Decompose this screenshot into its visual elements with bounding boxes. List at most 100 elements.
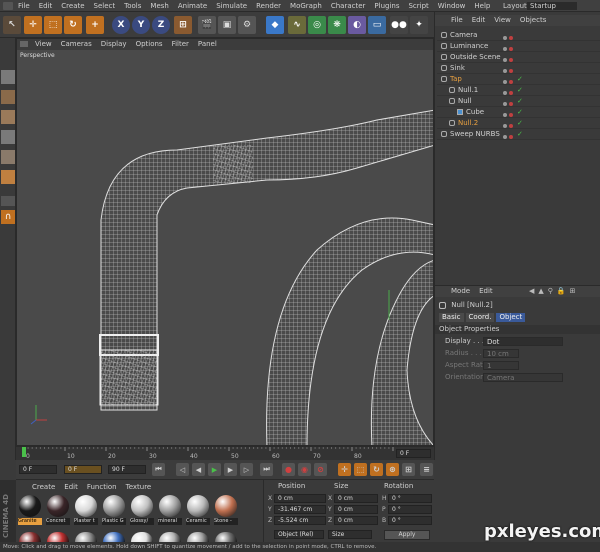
object-row[interactable]: Sink xyxy=(437,63,600,74)
array-icon[interactable]: ❋ xyxy=(328,16,346,34)
camera-icon[interactable]: ●● xyxy=(390,16,408,34)
layout-select[interactable]: Startup xyxy=(527,2,577,10)
rotate-tool-icon[interactable]: ↻ xyxy=(64,16,82,34)
cube-primitive-icon[interactable]: ◆ xyxy=(266,16,284,34)
current-frame-field[interactable]: 0 F xyxy=(19,465,57,474)
viewport-menu-panel[interactable]: Panel xyxy=(198,39,217,50)
object-row[interactable]: Null.1 ✓ xyxy=(437,85,600,96)
material-menu-function[interactable]: Function xyxy=(87,482,117,492)
material-swatch[interactable]: Ceramic xyxy=(186,494,210,525)
material-preview-icon[interactable] xyxy=(159,532,181,542)
nurbs-icon[interactable]: ◎ xyxy=(308,16,326,34)
material-swatch[interactable]: Concret xyxy=(46,494,70,525)
menu-tools[interactable]: Tools xyxy=(124,0,141,12)
magnet-icon[interactable]: ∩ xyxy=(1,210,15,224)
enable-check-icon[interactable]: ✓ xyxy=(517,74,523,85)
property-value-field[interactable]: 10 cm xyxy=(483,349,519,358)
object-row[interactable]: Camera xyxy=(437,30,600,41)
coordinate-system-icon[interactable]: ⊞ xyxy=(174,16,192,34)
end-frame-field[interactable]: 0 F xyxy=(396,449,431,458)
property-value-field[interactable]: Camera xyxy=(483,373,563,382)
material-swatch[interactable]: Granite xyxy=(18,494,42,525)
material-preview-icon[interactable] xyxy=(75,532,97,542)
menu-mesh[interactable]: Mesh xyxy=(150,0,168,12)
model-mode-icon[interactable] xyxy=(1,90,15,104)
visibility-dots-icon[interactable] xyxy=(503,132,513,139)
material-menu-create[interactable]: Create xyxy=(32,482,55,492)
prev-key-icon[interactable]: ◁ xyxy=(176,463,189,476)
object-mode-icon[interactable] xyxy=(1,110,15,124)
visibility-dots-icon[interactable] xyxy=(503,110,513,117)
material-swatch[interactable]: Plaster t xyxy=(74,494,98,525)
coord-position-field[interactable]: -5.524 cm xyxy=(274,516,326,525)
menu-window[interactable]: Window xyxy=(438,0,466,12)
coord-size-field[interactable]: 0 cm xyxy=(334,505,378,514)
viewport-nav-icon[interactable] xyxy=(20,41,28,47)
om-menu-file[interactable]: File xyxy=(451,15,463,26)
next-key-icon[interactable]: ▷ xyxy=(240,463,253,476)
coord-mode-select[interactable]: Object (Rel) xyxy=(274,530,324,539)
coord-rotation-field[interactable]: 0 ° xyxy=(388,516,432,525)
property-value-field[interactable]: 1 xyxy=(483,361,519,370)
live-select-icon[interactable]: + xyxy=(86,16,104,34)
enable-check-icon[interactable]: ✓ xyxy=(517,129,523,140)
tab-basic[interactable]: Basic xyxy=(439,313,464,322)
key-position-icon[interactable]: ✛ xyxy=(338,463,351,476)
viewport-menu-options[interactable]: Options xyxy=(136,39,163,50)
enable-check-icon[interactable]: ✓ xyxy=(517,107,523,118)
visibility-dots-icon[interactable] xyxy=(503,88,513,95)
apply-button[interactable]: Apply xyxy=(384,530,430,540)
playhead-marker[interactable] xyxy=(22,447,26,457)
timeline-ruler[interactable]: 0102030405060708090 xyxy=(16,447,394,461)
z-axis-button[interactable]: Z xyxy=(152,16,170,34)
edges-mode-icon[interactable] xyxy=(1,150,15,164)
menu-render[interactable]: Render xyxy=(256,0,281,12)
menu-plugins[interactable]: Plugins xyxy=(374,0,399,12)
material-menu-texture[interactable]: Texture xyxy=(126,482,152,492)
menu-edit[interactable]: Edit xyxy=(39,0,53,12)
keyframe-selection-icon[interactable]: ⊘ xyxy=(314,463,327,476)
viewport-menu-filter[interactable]: Filter xyxy=(172,39,189,50)
material-swatch[interactable]: Glossy/ xyxy=(130,494,154,525)
coord-position-field[interactable]: 0 cm xyxy=(274,494,326,503)
visibility-dots-icon[interactable] xyxy=(503,33,513,40)
material-swatch[interactable]: Stone - xyxy=(214,494,238,525)
object-row[interactable]: Outside Scene xyxy=(437,52,600,63)
property-value-field[interactable]: Dot xyxy=(483,337,563,346)
material-preview-icon[interactable] xyxy=(131,532,153,542)
material-preview-icon[interactable] xyxy=(47,532,69,542)
enable-check-icon[interactable]: ✓ xyxy=(517,96,523,107)
render-picture-viewer-icon[interactable]: ▣ xyxy=(218,16,236,34)
visibility-dots-icon[interactable] xyxy=(503,77,513,84)
enable-check-icon[interactable]: ✓ xyxy=(517,85,523,96)
enable-check-icon[interactable]: ✓ xyxy=(517,118,523,129)
material-preview-icon[interactable] xyxy=(187,532,209,542)
go-to-start-icon[interactable]: ⏮ xyxy=(152,463,165,476)
material-preview-icon[interactable] xyxy=(19,532,41,542)
menu-select[interactable]: Select xyxy=(94,0,116,12)
undo-arrow-icon[interactable]: ↖ xyxy=(3,16,21,34)
coord-size-field[interactable]: 0 cm xyxy=(334,516,378,525)
floor-icon[interactable]: ▭ xyxy=(368,16,386,34)
menu-create[interactable]: Create xyxy=(61,0,84,12)
visibility-dots-icon[interactable] xyxy=(503,44,513,51)
y-axis-button[interactable]: Y xyxy=(132,16,150,34)
make-editable-icon[interactable] xyxy=(1,70,15,84)
record-icon[interactable]: ● xyxy=(282,463,295,476)
viewport-menu-view[interactable]: View xyxy=(35,39,52,50)
menu-simulate[interactable]: Simulate xyxy=(216,0,247,12)
menu-character[interactable]: Character xyxy=(331,0,366,12)
light-icon[interactable]: ✦ xyxy=(410,16,428,34)
material-swatch[interactable]: Plastic G xyxy=(102,494,126,525)
coord-position-field[interactable]: -31.467 cm xyxy=(274,505,326,514)
prev-frame-icon[interactable]: ◀ xyxy=(192,463,205,476)
key-pla-icon[interactable]: ⊞ xyxy=(402,463,415,476)
timeline-menu-icon[interactable]: ≡ xyxy=(420,463,433,476)
am-menu-mode[interactable]: Mode xyxy=(451,286,470,297)
wireframe-scene[interactable] xyxy=(17,50,434,446)
material-swatch[interactable]: mineral xyxy=(158,494,182,525)
key-param-icon[interactable]: ⊛ xyxy=(386,463,399,476)
move-tool-icon[interactable]: ✛ xyxy=(24,16,42,34)
visibility-dots-icon[interactable] xyxy=(503,55,513,62)
key-scale-icon[interactable]: ⬚ xyxy=(354,463,367,476)
